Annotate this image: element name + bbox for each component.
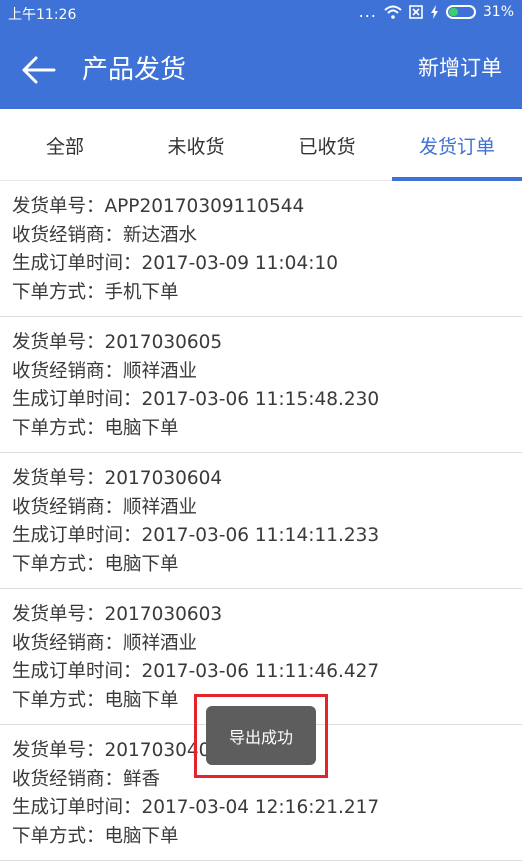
charging-icon [430, 5, 438, 19]
battery-icon [445, 5, 476, 19]
order-method: 下单方式：电脑下单 [12, 417, 179, 439]
order-dealer: 收货经销商：新达酒水 [12, 224, 198, 246]
order-dealer: 收货经销商：顺祥酒业 [12, 496, 198, 518]
order-item[interactable]: 发货单号：APP20170309110544 收货经销商：新达酒水 生成订单时间… [0, 181, 522, 317]
order-created-time: 生成订单时间：2017-03-06 11:11:46.427 [12, 661, 380, 682]
toolbar: 产品发货 新增订单 [0, 27, 522, 109]
order-number: 发货单号：2017030603 [12, 604, 223, 625]
add-order-button[interactable]: 新增订单 [418, 52, 502, 82]
signal-dots-icon: ... [358, 2, 377, 21]
status-bar: 上午11:26 ... 31% [0, 0, 522, 27]
order-number: 发货单号：APP20170309110544 [12, 196, 305, 217]
order-number: 发货单号：2017030605 [12, 332, 223, 353]
order-dealer: 收货经销商：顺祥酒业 [12, 632, 198, 654]
highlight-box [194, 694, 328, 778]
tab-received[interactable]: 已收货 [262, 109, 392, 181]
app-bar: 上午11:26 ... 31% 产品发货 新增订单 [0, 0, 522, 109]
order-method: 下单方式：手机下单 [12, 281, 179, 303]
battery-percent: 31% [482, 4, 514, 20]
status-icons: ... 31% [359, 3, 514, 21]
order-created-time: 生成订单时间：2017-03-09 11:04:10 [12, 253, 338, 274]
order-created-time: 生成订单时间：2017-03-06 11:15:48.230 [12, 389, 380, 410]
sim-card-icon [409, 5, 423, 19]
back-arrow-icon[interactable] [22, 53, 56, 87]
order-created-time: 生成订单时间：2017-03-04 12:16:21.217 [12, 797, 380, 818]
order-method: 下单方式：电脑下单 [12, 553, 179, 575]
order-dealer: 收货经销商：顺祥酒业 [12, 360, 198, 382]
order-item[interactable]: 发货单号：2017030605 收货经销商：顺祥酒业 生成订单时间：2017-0… [0, 317, 522, 453]
tab-bar: 全部 未收货 已收货 发货订单 [0, 109, 522, 181]
tab-all[interactable]: 全部 [0, 109, 130, 181]
order-created-time: 生成订单时间：2017-03-06 11:14:11.233 [12, 525, 380, 546]
wifi-icon [384, 5, 402, 19]
order-item[interactable]: 发货单号：2017030604 收货经销商：顺祥酒业 生成订单时间：2017-0… [0, 453, 522, 589]
order-number: 发货单号：2017030604 [12, 468, 223, 489]
battery-level [448, 8, 459, 16]
status-time: 上午11:26 [8, 7, 77, 23]
tab-not-received[interactable]: 未收货 [131, 109, 261, 181]
tab-shipping-orders[interactable]: 发货订单 [392, 109, 522, 181]
page-title: 产品发货 [82, 55, 187, 85]
order-method: 下单方式：电脑下单 [12, 825, 179, 847]
